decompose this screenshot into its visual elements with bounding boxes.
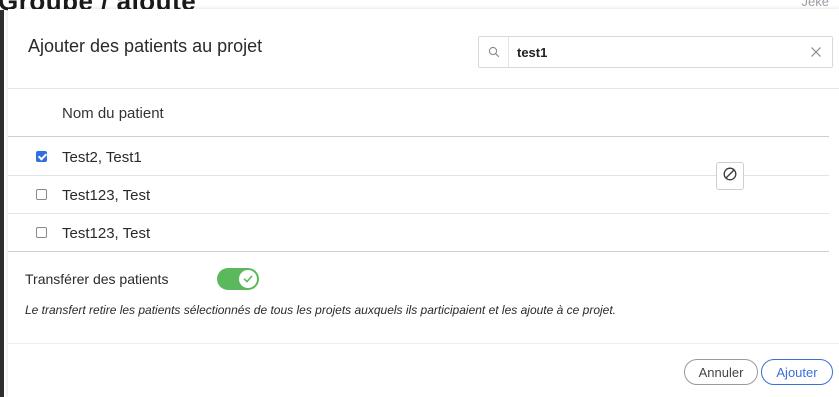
row-checkbox[interactable] [36,189,47,200]
backdrop-edge [0,10,4,397]
transfer-toggle[interactable] [217,268,259,290]
modal-title: Ajouter des patients au projet [28,36,263,56]
modal-header: Ajouter des patients au projet [8,9,839,89]
row-checkbox[interactable] [36,227,47,238]
transfer-description: Le transfert retire les patients sélecti… [25,303,616,317]
transfer-label: Transférer des patients [25,271,169,287]
table-row[interactable]: Test123, Test [8,176,829,214]
row-checkbox[interactable] [36,151,47,162]
column-header-patient-name: Nom du patient [62,105,164,122]
page: Groupe / ajouté Jeke Ajouter des patient… [0,0,839,397]
cancel-button[interactable]: Annuler [684,359,758,385]
add-patients-modal: Ajouter des patients au projet test1 Nom… [8,9,839,397]
table-header: Nom du patient [8,89,829,137]
add-button[interactable]: Ajouter [761,359,833,385]
block-button[interactable] [716,162,744,190]
check-icon [239,270,257,288]
block-icon [723,167,737,186]
patient-name: Test123, Test [62,187,151,204]
patient-name: Test2, Test1 [62,149,142,166]
search-box[interactable] [478,36,833,68]
backdrop-corner-text: Jeke [801,0,829,9]
patient-name: Test123, Test [62,225,151,242]
footer-divider [8,343,839,344]
table-row[interactable]: Test2, Test1 [8,138,829,176]
search-icon [479,37,509,67]
table-row[interactable]: Test123, Test [8,214,829,252]
search-input[interactable] [517,37,797,67]
close-icon[interactable] [808,44,824,60]
